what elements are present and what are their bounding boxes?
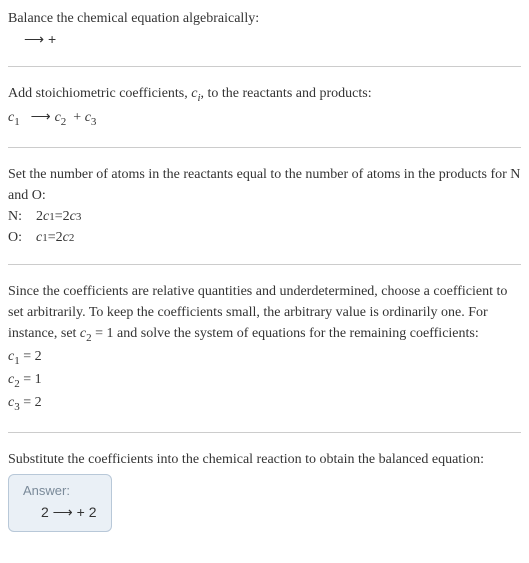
solve-intro: Since the coefficients are relative quan… — [8, 281, 521, 346]
sol-2: c2 = 1 — [8, 369, 521, 392]
atom-row-o: O: c1 = 2 c2 — [8, 227, 521, 248]
atom-label-n: N: — [8, 206, 36, 227]
n-rhs-sub: 3 — [76, 209, 82, 226]
coeff-intro: Add stoichiometric coefficients, ci, to … — [8, 83, 521, 106]
atom-label-o: O: — [8, 227, 36, 248]
sol2-val: = 1 — [20, 372, 42, 387]
o-rhs-coef: 2 — [56, 227, 63, 248]
c3-sub: 3 — [91, 116, 97, 128]
n-lhs-coef: 2 — [36, 206, 43, 227]
section-balance: Balance the chemical equation algebraica… — [8, 8, 521, 67]
sol3-val: = 2 — [20, 395, 42, 410]
unbalanced-reaction: ⟶ + — [8, 29, 521, 50]
answer-intro: Substitute the coefficients into the che… — [8, 449, 521, 470]
section-answer: Substitute the coefficients into the che… — [8, 449, 521, 532]
sol-3: c3 = 2 — [8, 392, 521, 415]
gap1 — [20, 110, 27, 125]
atom-row-n: N: 2 c1 = 2 c3 — [8, 206, 521, 227]
plus: + — [70, 110, 85, 125]
sol1-val: = 2 — [20, 349, 42, 364]
section-atoms: Set the number of atoms in the reactants… — [8, 164, 521, 265]
coeff-intro-a: Add stoichiometric coefficients, — [8, 86, 191, 101]
n-eq: = — [55, 206, 63, 227]
coeff-reaction: c1 ⟶ c2 + c3 — [8, 106, 521, 130]
balance-title: Balance the chemical equation algebraica… — [8, 8, 521, 29]
answer-equation: 2 ⟶ + 2 — [23, 504, 97, 521]
n-rhs-coef: 2 — [63, 206, 70, 227]
atoms-intro: Set the number of atoms in the reactants… — [8, 164, 521, 206]
o-rhs-sub: 2 — [69, 230, 75, 247]
coeff-intro-b: , to the reactants and products: — [201, 86, 372, 101]
solve-intro-b: = 1 and solve the system of equations fo… — [92, 326, 479, 341]
section-coefficients: Add stoichiometric coefficients, ci, to … — [8, 83, 521, 148]
answer-label: Answer: — [23, 483, 97, 498]
answer-box: Answer: 2 ⟶ + 2 — [8, 474, 112, 532]
arrow: ⟶ — [27, 108, 55, 124]
o-eq: = — [48, 227, 56, 248]
section-solve: Since the coefficients are relative quan… — [8, 281, 521, 433]
sol-1: c1 = 2 — [8, 346, 521, 369]
